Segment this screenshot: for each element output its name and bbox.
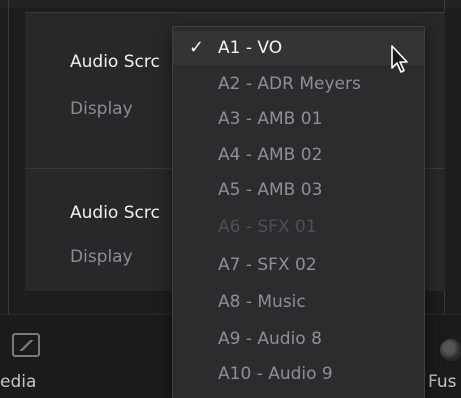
track-option-a8[interactable]: A8 - Music bbox=[173, 285, 424, 319]
track-option-label: A3 - AMB 01 bbox=[218, 109, 323, 129]
track-option-label: A9 - Audio 8 bbox=[218, 329, 322, 349]
track-option-a2[interactable]: A2 - ADR Meyers bbox=[173, 67, 424, 101]
setting-title-2: Audio Scrc bbox=[70, 203, 160, 223]
track-option-label: A4 - AMB 02 bbox=[218, 145, 323, 165]
media-page-label[interactable]: edia bbox=[0, 372, 36, 392]
track-option-a3[interactable]: A3 - AMB 01 bbox=[173, 102, 424, 136]
track-option-label: A7 - SFX 02 bbox=[218, 255, 317, 275]
track-option-label: A1 - VO bbox=[218, 38, 283, 58]
setting-title-1: Audio Scrc bbox=[70, 52, 160, 72]
setting-display-label-2: Display bbox=[70, 247, 133, 267]
audio-track-dropdown-menu: ✓ A1 - VO A2 - ADR Meyers A3 - AMB 01 A4… bbox=[172, 26, 425, 398]
track-option-a6: A6 - SFX 01 bbox=[173, 210, 424, 244]
media-page-icon[interactable] bbox=[12, 333, 40, 357]
track-option-a1[interactable]: ✓ A1 - VO bbox=[173, 31, 424, 65]
track-option-a7[interactable]: A7 - SFX 02 bbox=[173, 248, 424, 282]
track-option-a10[interactable]: A10 - Audio 9 bbox=[173, 357, 424, 391]
track-option-a4[interactable]: A4 - AMB 02 bbox=[173, 138, 424, 172]
track-option-label: A8 - Music bbox=[218, 292, 306, 312]
left-divider bbox=[8, 0, 9, 314]
track-option-label: A2 - ADR Meyers bbox=[218, 74, 361, 94]
track-option-a5[interactable]: A5 - AMB 03 bbox=[173, 173, 424, 207]
top-strip bbox=[0, 0, 461, 8]
track-option-label: A6 - SFX 01 bbox=[218, 217, 317, 237]
track-option-a9[interactable]: A9 - Audio 8 bbox=[173, 322, 424, 356]
setting-display-label-1: Display bbox=[70, 99, 133, 119]
fusion-page-label[interactable]: Fus bbox=[428, 372, 456, 392]
track-option-label: A10 - Audio 9 bbox=[218, 364, 333, 384]
mouse-pointer-icon bbox=[391, 45, 408, 73]
track-option-label: A5 - AMB 03 bbox=[218, 180, 323, 200]
fusion-page-icon[interactable] bbox=[440, 339, 461, 361]
checkmark-icon: ✓ bbox=[189, 37, 205, 58]
